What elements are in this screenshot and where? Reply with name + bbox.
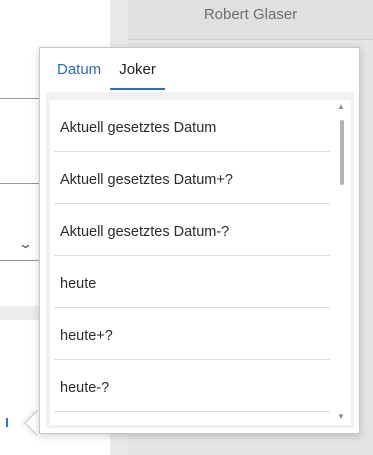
triangle-up-icon[interactable]: ▲ <box>337 102 345 111</box>
chevron-down-icon[interactable]: ⌄ <box>18 236 33 252</box>
tab-joker[interactable]: Joker <box>110 54 165 90</box>
scrollbar-thumb[interactable] <box>340 120 344 185</box>
triangle-down-icon[interactable]: ▼ <box>337 412 345 421</box>
field-underline <box>0 260 40 261</box>
list-item[interactable]: heute-? <box>54 360 330 412</box>
field-underline <box>0 183 40 184</box>
joker-list[interactable]: Aktuell gesetztes Datum Aktuell gesetzte… <box>50 100 351 425</box>
person-name: Robert Glaser <box>203 6 298 23</box>
list-item[interactable]: heute+? <box>54 308 330 360</box>
date-picker-flyout: Datum Joker Aktuell gesetztes Datum Aktu… <box>39 47 360 434</box>
list-item[interactable]: Aktuell gesetztes Datum <box>54 100 330 152</box>
list-item[interactable]: heute <box>54 256 330 308</box>
list-item[interactable]: Aktuell gesetztes Datum+? <box>54 152 330 204</box>
field-underline <box>0 98 40 99</box>
bracket-icon <box>6 418 9 427</box>
list-item[interactable]: Aktuell gesetztes Datum-? <box>54 204 330 256</box>
tab-datum[interactable]: Datum <box>48 54 110 90</box>
joker-list-panel: Aktuell gesetztes Datum Aktuell gesetzte… <box>46 92 354 428</box>
tab-bar: Datum Joker <box>48 54 165 90</box>
background-strip <box>0 306 40 320</box>
